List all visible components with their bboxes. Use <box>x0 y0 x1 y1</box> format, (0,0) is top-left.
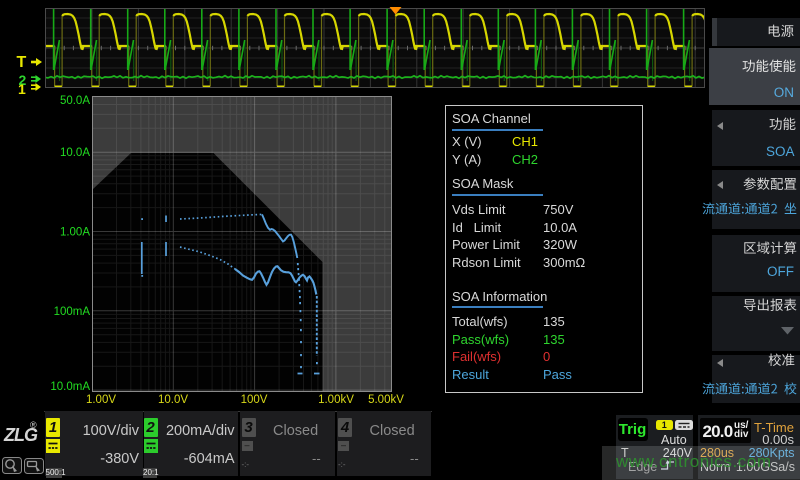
svg-text:10.0V: 10.0V <box>158 394 188 406</box>
svg-text:1.00V: 1.00V <box>86 394 116 406</box>
svg-text:10.0A: 10.0A <box>60 147 90 159</box>
svg-text:50.0A: 50.0A <box>60 95 90 107</box>
svg-text:1.00A: 1.00A <box>60 227 90 239</box>
svg-text:1.00kV: 1.00kV <box>318 394 354 406</box>
svg-text:10.0mA: 10.0mA <box>50 381 90 393</box>
svg-text:5.00kV: 5.00kV <box>368 394 404 406</box>
svg-text:100V: 100V <box>241 394 268 406</box>
svg-text:100mA: 100mA <box>54 306 91 318</box>
